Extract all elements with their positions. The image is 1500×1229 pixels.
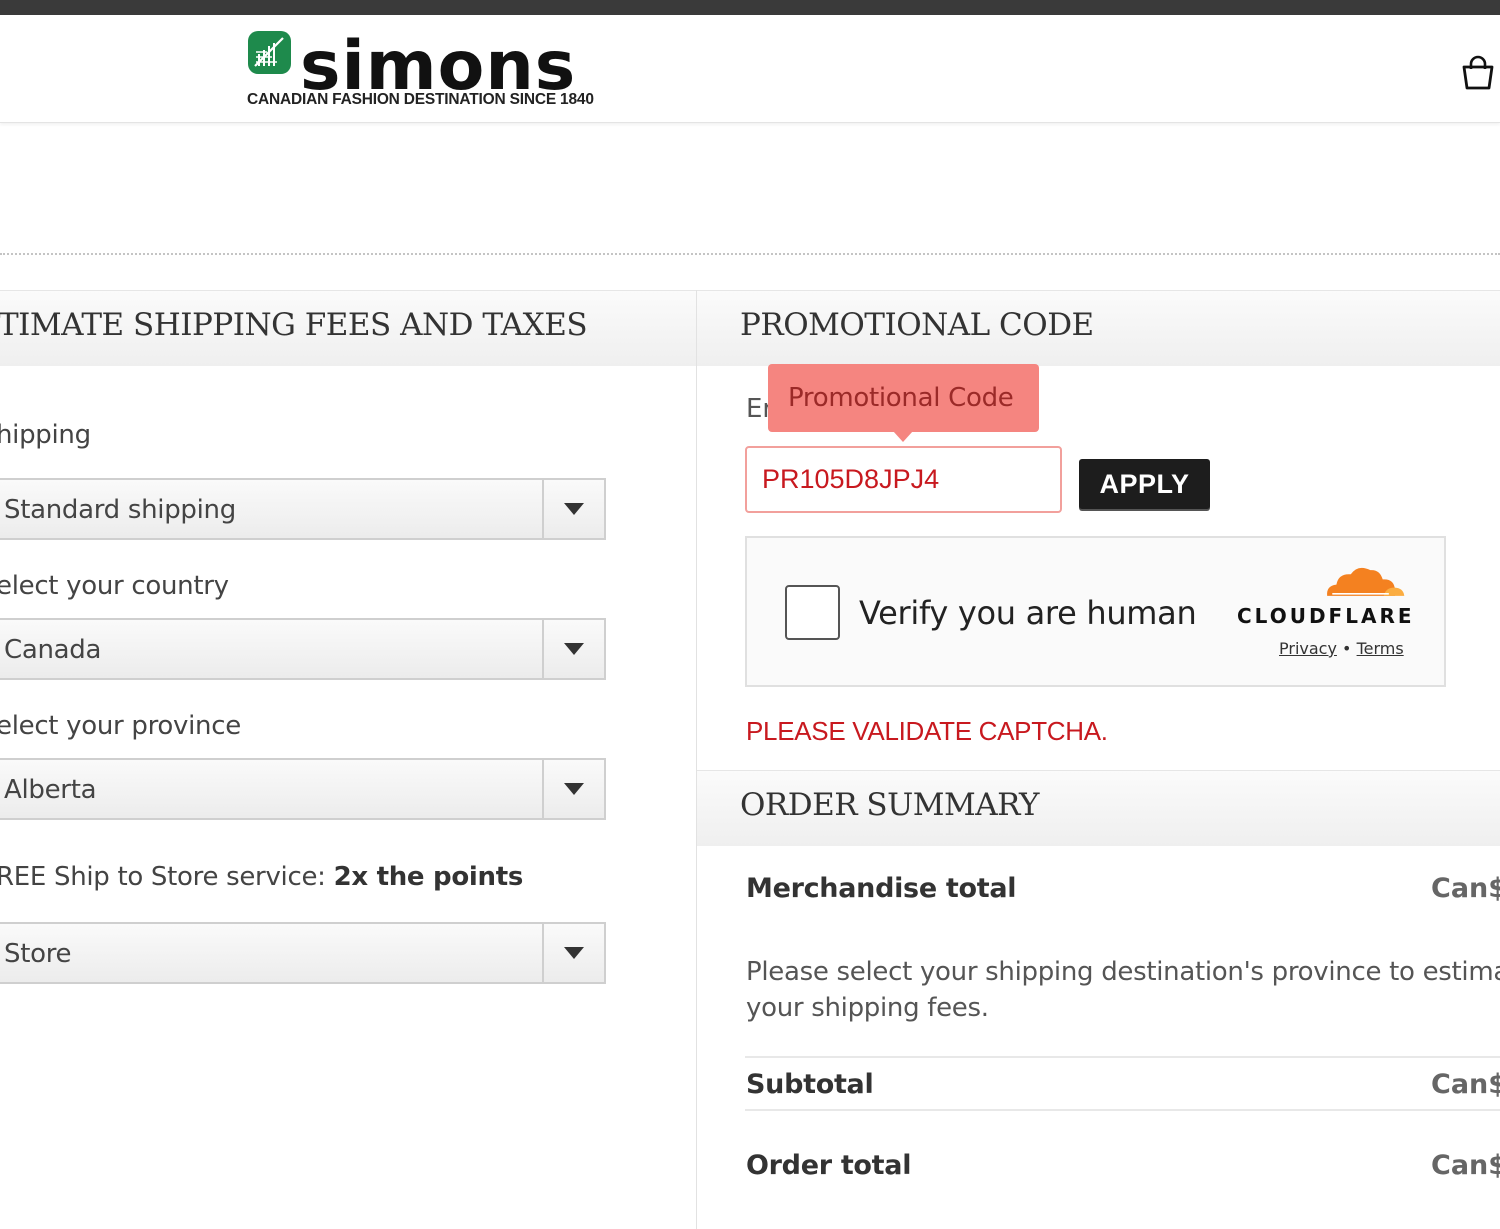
cloudflare-captcha-widget: Verify you are human CLOUDFLARE Privacy …	[745, 536, 1446, 687]
subtotal-value: Can$	[1431, 1069, 1500, 1100]
captcha-error-message: PLEASE VALIDATE CAPTCHA.	[746, 716, 1108, 746]
promo-code-input[interactable]	[745, 446, 1062, 513]
top-bar	[0, 0, 1500, 15]
order-summary-title: ORDER SUMMARY	[740, 787, 1040, 823]
subtotal-label: Subtotal	[746, 1069, 874, 1100]
promo-code-tooltip: Promotional Code	[768, 364, 1039, 432]
captcha-label: Verify you are human	[859, 594, 1197, 632]
privacy-link[interactable]: Privacy	[1279, 639, 1337, 658]
link-separator: •	[1342, 639, 1352, 658]
terms-link[interactable]: Terms	[1357, 639, 1404, 658]
cloudflare-wordmark: CLOUDFLARE	[1237, 604, 1415, 628]
province-label: elect your province	[0, 711, 241, 741]
province-select[interactable]: Alberta	[0, 758, 606, 820]
captcha-links: Privacy • Terms	[1279, 639, 1404, 658]
province-value: Alberta	[4, 775, 97, 805]
dropdown-arrow-icon	[542, 760, 604, 818]
shipping-section-title: TIMATE SHIPPING FEES AND TAXES	[0, 307, 588, 343]
shipping-estimate-note: Please select your shipping destination'…	[746, 957, 1500, 1023]
store-select[interactable]: Store	[0, 922, 606, 984]
shipping-section-header: TIMATE SHIPPING FEES AND TAXES	[0, 290, 697, 366]
cloudflare-cloud-icon	[1327, 567, 1405, 596]
merchandise-total-value: Can$	[1431, 873, 1500, 904]
summary-divider	[745, 1109, 1500, 1111]
promo-section-header: PROMOTIONAL CODE	[697, 290, 1500, 366]
promo-section-title: PROMOTIONAL CODE	[740, 307, 1094, 343]
dropdown-arrow-icon	[542, 480, 604, 538]
shipping-method-select[interactable]: Standard shipping	[0, 478, 606, 540]
brand-tagline: CANADIAN FASHION DESTINATION SINCE 1840	[247, 91, 594, 108]
country-select[interactable]: Canada	[0, 618, 606, 680]
points-bonus-text: 2x the points	[333, 862, 524, 892]
order-total-label: Order total	[746, 1150, 912, 1181]
country-value: Canada	[4, 635, 102, 665]
ship-to-store-label: REE Ship to Store service: 2x the points	[0, 862, 523, 892]
summary-divider	[745, 1056, 1500, 1058]
country-label: elect your country	[0, 571, 229, 601]
order-summary-header: ORDER SUMMARY	[697, 770, 1500, 846]
store-value: Store	[4, 939, 72, 969]
captcha-checkbox[interactable]	[785, 585, 840, 640]
dropdown-arrow-icon	[542, 924, 604, 982]
site-header: simons CANADIAN FASHION DESTINATION SINC…	[0, 15, 1500, 123]
shopping-bag-icon[interactable]	[1460, 55, 1496, 91]
column-divider	[696, 290, 697, 1229]
merchandise-total-label: Merchandise total	[746, 873, 1017, 904]
order-total-value: Can$	[1431, 1150, 1500, 1181]
tooltip-arrow	[893, 431, 913, 442]
shipping-method-value: Standard shipping	[4, 495, 236, 525]
leaf-logo-icon	[248, 31, 291, 74]
apply-button[interactable]: APPLY	[1079, 459, 1210, 509]
ship-to-store-text: REE Ship to Store service:	[0, 862, 334, 892]
dropdown-arrow-icon	[542, 620, 604, 678]
dotted-separator	[0, 253, 1500, 255]
shipping-method-label: hipping	[0, 420, 91, 450]
